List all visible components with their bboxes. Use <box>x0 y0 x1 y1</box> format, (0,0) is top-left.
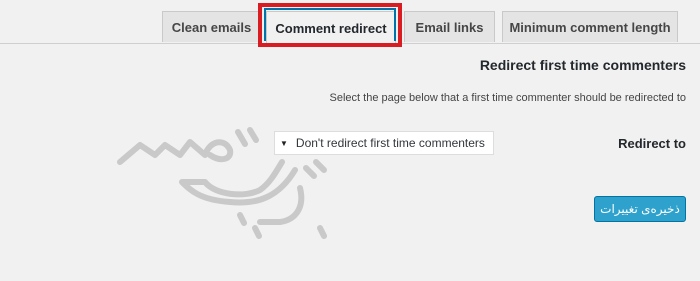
tab-email-links[interactable]: Email links <box>404 11 495 42</box>
tab-minimum-comment-length[interactable]: Minimum comment length <box>502 11 678 42</box>
dropdown-caret-icon: ▼ <box>280 138 288 148</box>
tab-label: Clean emails <box>171 19 252 35</box>
active-tab-focus-outline <box>264 8 396 41</box>
tab-label: Email links <box>415 19 484 35</box>
section-description: Select the page below that a first time … <box>329 92 686 104</box>
save-changes-button[interactable]: ذخیره‌ی تغییرات <box>594 196 686 222</box>
redirect-page-select[interactable]: ▼ Don't redirect first time commenters <box>274 131 494 155</box>
tab-clean-emails[interactable]: Clean emails <box>162 11 261 42</box>
tab-label: Minimum comment length <box>509 19 671 35</box>
save-button-label: ذخیره‌ی تغییرات <box>600 202 680 216</box>
redirect-to-label: Redirect to <box>618 136 686 151</box>
select-value: Don't redirect first time commenters <box>295 136 485 150</box>
section-title: Redirect first time commenters <box>479 57 686 73</box>
